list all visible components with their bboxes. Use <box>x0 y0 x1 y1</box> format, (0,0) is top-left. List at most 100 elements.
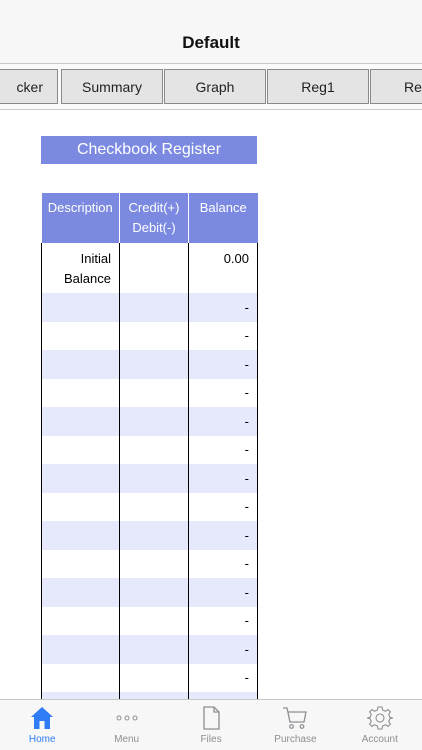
table-row: - <box>41 663 258 692</box>
cell-description[interactable]: Initial Balance <box>41 243 120 293</box>
cell-description[interactable] <box>41 578 120 607</box>
table-row: - <box>41 407 258 436</box>
cell-credit[interactable] <box>119 578 189 607</box>
cell-balance[interactable]: - <box>188 321 258 350</box>
spreadsheet-area[interactable]: Checkbook Register Description Credit(+)… <box>0 111 422 699</box>
table-row: - <box>41 435 258 464</box>
tab-home[interactable]: Home <box>0 700 84 750</box>
column-header-credit-debit[interactable]: Credit(+) Debit(-) <box>119 193 189 243</box>
cell-credit[interactable] <box>119 549 189 578</box>
cell-credit[interactable] <box>119 606 189 635</box>
cell-description[interactable] <box>41 435 120 464</box>
table-row: - <box>41 606 258 635</box>
register-table: Description Credit(+) Debit(-) Balance I… <box>41 193 258 699</box>
sheet-tab-strip[interactable]: cker Summary Graph Reg1 Re <box>0 64 422 110</box>
cell-balance[interactable]: - <box>188 578 258 607</box>
cell-credit[interactable] <box>119 407 189 436</box>
table-header-row: Description Credit(+) Debit(-) Balance <box>41 193 258 243</box>
cell-description[interactable] <box>41 492 120 521</box>
tab-label: Account <box>361 734 398 745</box>
table-row: - <box>41 521 258 550</box>
table-row: - <box>41 692 258 699</box>
cell-description[interactable] <box>41 521 120 550</box>
tab-purchase[interactable]: Purchase <box>253 700 337 750</box>
cell-description[interactable] <box>41 378 120 407</box>
cell-credit[interactable] <box>119 243 189 293</box>
cell-balance[interactable]: - <box>188 492 258 521</box>
header-label: Debit(-) <box>132 220 176 235</box>
cell-balance[interactable]: - <box>188 549 258 578</box>
sheet-tab-next[interactable]: Re <box>370 69 422 104</box>
page-title: Default <box>182 33 240 52</box>
cell-balance[interactable]: - <box>188 635 258 664</box>
cell-credit[interactable] <box>119 692 189 699</box>
cell-credit[interactable] <box>119 321 189 350</box>
cell-credit[interactable] <box>119 492 189 521</box>
cell-description[interactable] <box>41 321 120 350</box>
cell-description[interactable] <box>41 549 120 578</box>
register-title: Checkbook Register <box>41 136 257 164</box>
table-row: - <box>41 549 258 578</box>
table-row: - <box>41 464 258 493</box>
table-row: - <box>41 378 258 407</box>
cell-credit[interactable] <box>119 521 189 550</box>
cell-balance[interactable]: - <box>188 293 258 322</box>
document-icon <box>203 706 220 730</box>
cell-description[interactable] <box>41 293 120 322</box>
cell-balance[interactable]: - <box>188 606 258 635</box>
cell-balance[interactable]: - <box>188 692 258 699</box>
cell-description[interactable] <box>41 663 120 692</box>
tab-label: Files <box>200 734 222 745</box>
cell-description[interactable] <box>41 407 120 436</box>
tab-account[interactable]: Account <box>338 700 422 750</box>
cell-description[interactable] <box>41 635 120 664</box>
cell-credit[interactable] <box>119 663 189 692</box>
header-label: Credit(+) <box>128 200 180 215</box>
sheet-tab-label: Reg1 <box>301 78 335 95</box>
sheet-tab-checker[interactable]: cker <box>0 69 58 104</box>
navigation-bar: Default <box>0 0 422 64</box>
sheet-tab-graph[interactable]: Graph <box>164 69 266 104</box>
header-label: Description <box>47 200 113 215</box>
cell-description[interactable] <box>41 606 120 635</box>
cell-balance[interactable]: - <box>188 407 258 436</box>
tab-menu[interactable]: Menu <box>84 700 168 750</box>
cell-balance[interactable]: - <box>188 464 258 493</box>
cell-description[interactable] <box>41 464 120 493</box>
tab-files[interactable]: Files <box>169 700 253 750</box>
tab-label: Menu <box>114 734 140 745</box>
cell-credit[interactable] <box>119 635 189 664</box>
sheet-tab-summary[interactable]: Summary <box>61 69 163 104</box>
table-row: - <box>41 578 258 607</box>
table-row: - <box>41 321 258 350</box>
cell-balance[interactable]: - <box>188 435 258 464</box>
sheet-tab-reg1[interactable]: Reg1 <box>267 69 369 104</box>
bottom-tab-bar: Home Menu Files Purchase Account <box>0 699 422 750</box>
cell-credit[interactable] <box>119 464 189 493</box>
sheet-tab-label: cker <box>16 78 43 95</box>
table-row: - <box>41 350 258 379</box>
tab-label: Purchase <box>274 734 317 745</box>
header-label: Balance <box>199 200 247 215</box>
table-row: - <box>41 492 258 521</box>
column-header-description[interactable]: Description <box>41 193 120 243</box>
cell-balance[interactable]: - <box>188 350 258 379</box>
table-row: Initial Balance 0.00 <box>41 243 258 293</box>
cell-credit[interactable] <box>119 435 189 464</box>
gear-icon <box>366 706 393 730</box>
cell-balance[interactable]: - <box>188 378 258 407</box>
cell-balance[interactable]: 0.00 <box>188 243 258 293</box>
more-icon <box>116 715 138 721</box>
cell-description[interactable] <box>41 350 120 379</box>
cell-balance[interactable]: - <box>188 663 258 692</box>
column-header-balance[interactable]: Balance <box>188 193 258 243</box>
cell-credit[interactable] <box>119 350 189 379</box>
cell-credit[interactable] <box>119 293 189 322</box>
cell-description[interactable] <box>41 692 120 699</box>
cart-icon <box>283 707 308 729</box>
cell-text: Initial <box>80 251 111 266</box>
sheet-tab-label: Re <box>404 78 422 95</box>
cell-credit[interactable] <box>119 378 189 407</box>
cell-text: Balance <box>64 271 111 286</box>
cell-balance[interactable]: - <box>188 521 258 550</box>
